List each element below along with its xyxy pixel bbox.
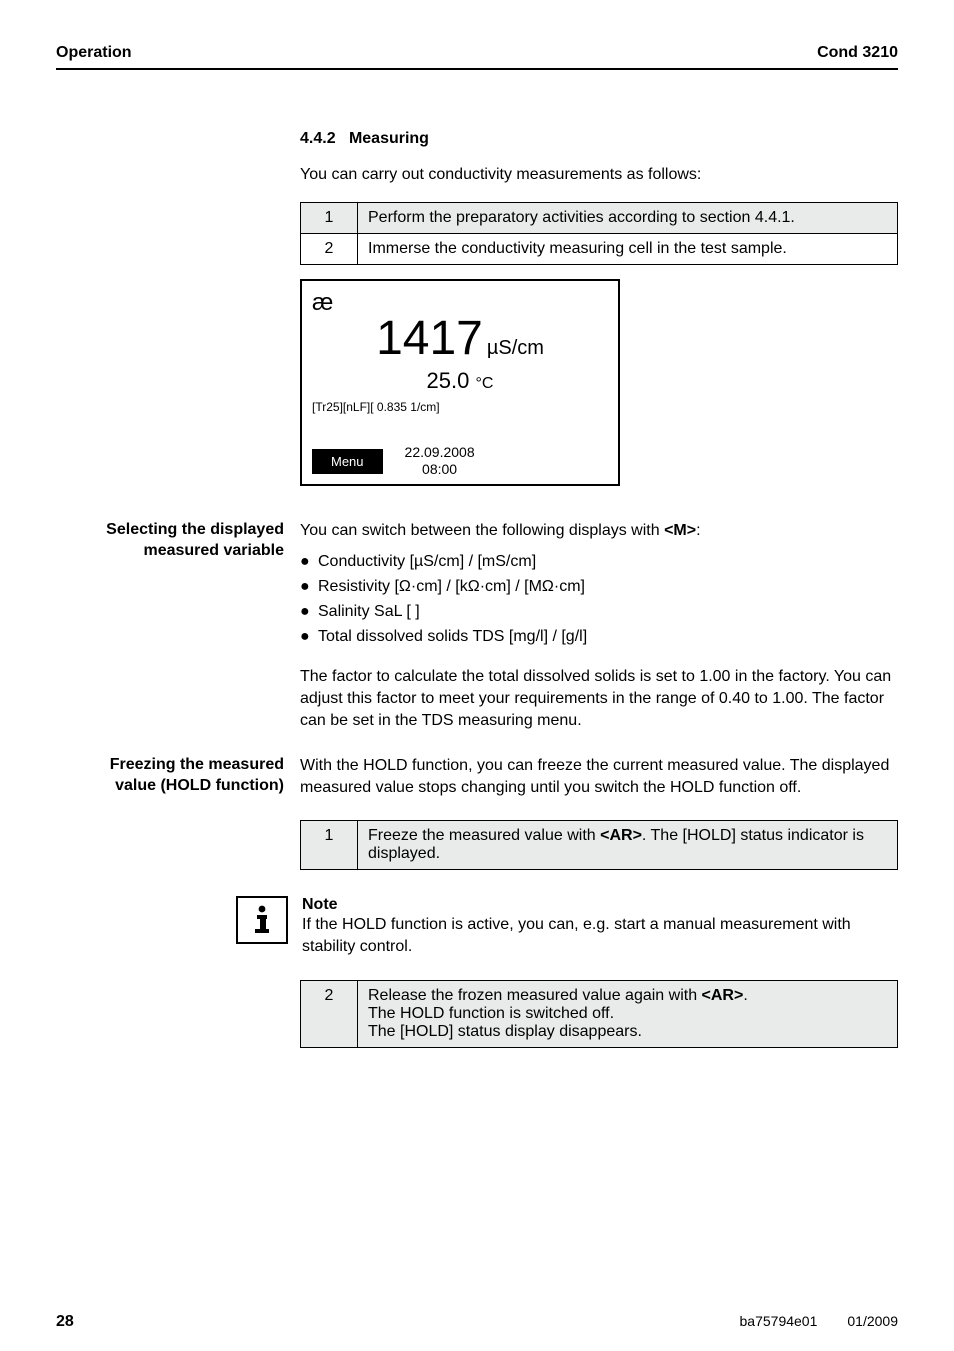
selecting-bullets: Conductivity [µS/cm] / [mS/cm] Resistivi…: [300, 550, 898, 649]
section-title: Measuring: [349, 130, 429, 147]
device-time: 08:00: [405, 461, 475, 478]
step-number: 1: [301, 820, 358, 869]
step-text-post1: .: [743, 987, 747, 1004]
step-text-pre: Release the frozen measured value again …: [368, 987, 702, 1004]
steps-table-top: 1 Perform the preparatory activities acc…: [300, 202, 898, 265]
device-value: 1417: [376, 311, 483, 366]
steps-table-release: 2 Release the frozen measured value agai…: [300, 980, 898, 1048]
section-number: 4.4.2: [300, 130, 336, 147]
menu-button[interactable]: Menu: [312, 449, 383, 474]
list-item: Salinity SaL [ ]: [300, 600, 898, 625]
selecting-lead-pre: You can switch between the following dis…: [300, 522, 664, 539]
header-right: Cond 3210: [817, 44, 898, 62]
freezing-body: With the HOLD function, you can freeze t…: [300, 755, 898, 800]
info-glyph: [250, 905, 274, 935]
factor-note: The factor to calculate the total dissol…: [300, 666, 898, 733]
device-unit: µS/cm: [487, 337, 544, 360]
step-text-line2: The HOLD function is switched off.: [368, 1005, 614, 1022]
note-heading: Note: [302, 896, 898, 914]
doc-id: ba75794e01: [740, 1313, 818, 1331]
table-row: 1 Perform the preparatory activities acc…: [301, 203, 898, 234]
step-number: 2: [301, 234, 358, 265]
intro-text: You can carry out conductivity measureme…: [300, 164, 898, 186]
key-ar: <AR>: [702, 987, 744, 1004]
table-row: 2 Immerse the conductivity measuring cel…: [301, 234, 898, 265]
section-heading: 4.4.2 Measuring: [300, 130, 898, 148]
step-text-line3: The [HOLD] status display disappears.: [368, 1023, 642, 1040]
header-rule: [56, 68, 898, 70]
note-body: If the HOLD function is active, you can,…: [302, 914, 898, 959]
margin-label-freezing: Freezing the measured value (HOLD functi…: [74, 755, 284, 797]
info-icon: [236, 896, 288, 944]
step-text-compound: Freeze the measured value with <AR>. The…: [358, 820, 898, 869]
list-item: Resistivity [Ω·cm] / [kΩ·cm] / [MΩ·cm]: [300, 575, 898, 600]
page-number: 28: [56, 1313, 74, 1331]
step-number: 1: [301, 203, 358, 234]
list-item: Total dissolved solids TDS [mg/l] / [g/l…: [300, 625, 898, 650]
step-number: 2: [301, 981, 358, 1048]
list-item: Conductivity [µS/cm] / [mS/cm]: [300, 550, 898, 575]
device-temp: 25.0: [427, 368, 470, 393]
selecting-lead: You can switch between the following dis…: [300, 520, 898, 542]
device-datetime: 22.09.2008 08:00: [405, 444, 475, 478]
device-screenshot: æ 1417 µS/cm 25.0 °C [Tr25][nLF][ 0.835 …: [300, 279, 620, 486]
step-text: Perform the preparatory activities accor…: [358, 203, 898, 234]
step-text-compound: Release the frozen measured value again …: [358, 981, 898, 1048]
table-row: 1 Freeze the measured value with <AR>. T…: [301, 820, 898, 869]
margin-label-selecting: Selecting the displayed measured variabl…: [74, 520, 284, 562]
key-ar: <AR>: [600, 827, 642, 844]
step-text-pre: Freeze the measured value with: [368, 827, 600, 844]
doc-date: 01/2009: [847, 1313, 898, 1331]
table-row: 2 Release the frozen measured value agai…: [301, 981, 898, 1048]
steps-table-freeze: 1 Freeze the measured value with <AR>. T…: [300, 820, 898, 870]
header-left: Operation: [56, 44, 132, 62]
step-text: Immerse the conductivity measuring cell …: [358, 234, 898, 265]
device-status-line: [Tr25][nLF][ 0.835 1/cm]: [312, 400, 608, 414]
key-m: <M>: [664, 522, 696, 539]
device-temp-unit: °C: [476, 375, 494, 392]
selecting-lead-post: :: [696, 522, 700, 539]
device-date: 22.09.2008: [405, 444, 475, 461]
